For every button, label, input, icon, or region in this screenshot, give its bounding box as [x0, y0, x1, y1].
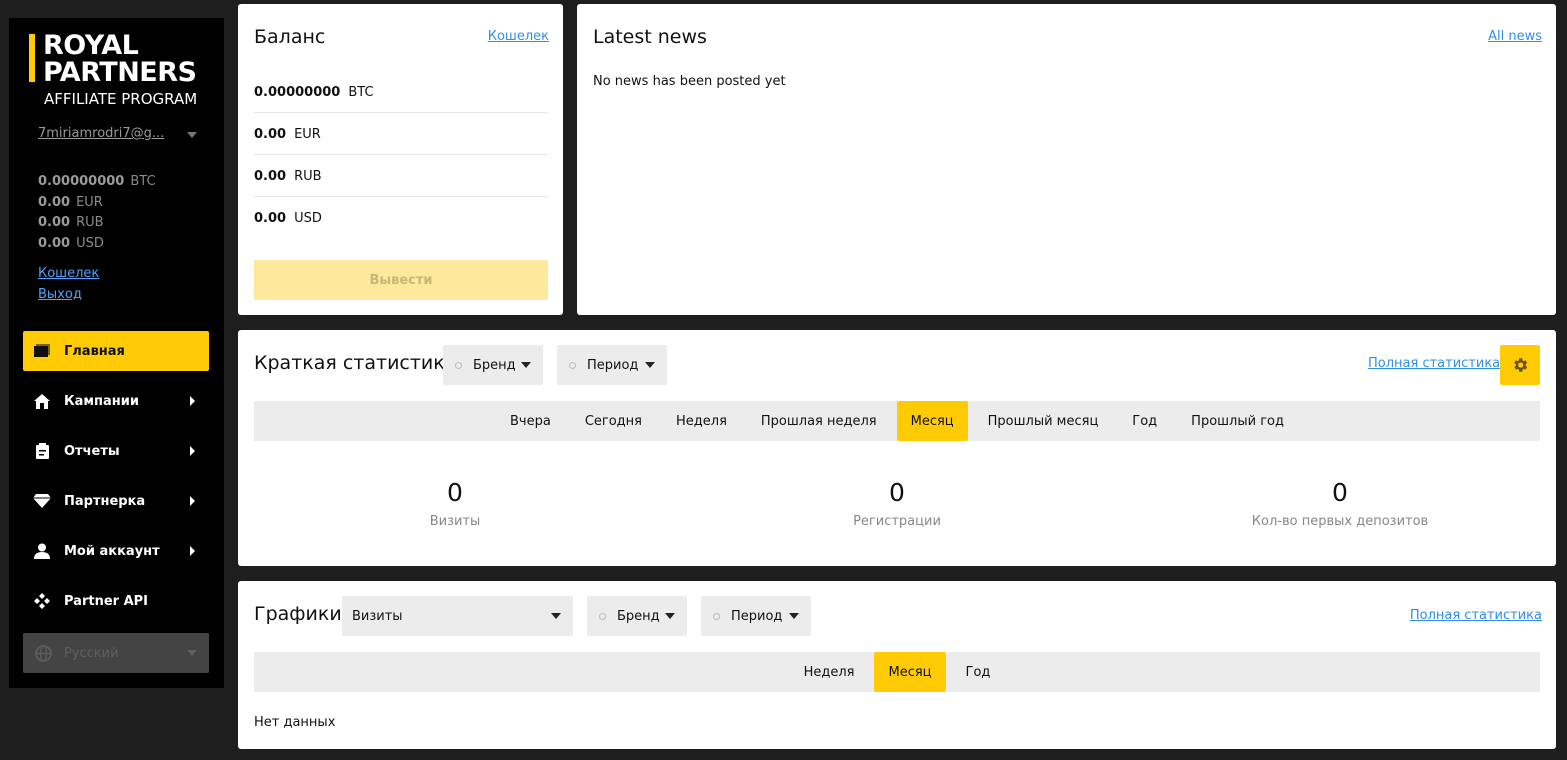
logo-bar	[29, 34, 35, 82]
sidebar-logout-link[interactable]: Выход	[38, 287, 82, 302]
charts-period-tabs: Неделя Месяц Год	[254, 652, 1540, 692]
sidebar-wallet-link[interactable]: Кошелек	[38, 266, 99, 281]
tab-month[interactable]: Месяц	[874, 652, 946, 692]
balance-row: 0.00 EUR	[254, 114, 548, 155]
chevron-down-icon	[789, 613, 799, 619]
balance-row: 0.00 USD	[254, 211, 322, 226]
logo-subtitle: AFFILIATE PROGRAM	[44, 90, 198, 108]
stats-period-tabs: Вчера Сегодня Неделя Прошлая неделя Меся…	[254, 401, 1540, 441]
nav-item-label: Кампании	[64, 393, 139, 409]
chevron-right-icon	[190, 546, 195, 556]
user-icon	[33, 542, 51, 560]
circle-icon	[599, 612, 606, 620]
chevron-down-icon	[521, 362, 531, 368]
stat-visits: 0 Визиты	[429, 478, 481, 529]
circle-icon	[455, 361, 462, 369]
tab-month[interactable]: Месяц	[896, 401, 968, 441]
charts-full-stats-link[interactable]: Полная статистика	[1410, 608, 1542, 623]
user-email-dropdown[interactable]: 7miriamrodri7@g...	[38, 126, 168, 141]
api-icon	[33, 592, 51, 610]
stat-first-deposits: 0 Кол-во первых депозитов	[1251, 478, 1429, 529]
charts-card: Графики Визиты Бренд Период Полная стати…	[238, 581, 1556, 749]
balance-row: 0.00 RUB	[254, 156, 548, 197]
nav-item-partner[interactable]: Партнерка	[23, 481, 209, 521]
nav-item-label: Партнерка	[64, 493, 146, 509]
chevron-down-icon	[551, 613, 561, 619]
metric-dropdown[interactable]: Визиты	[342, 596, 573, 636]
tab-week[interactable]: Неделя	[662, 401, 741, 441]
logo-line-2: PARTNERS	[43, 57, 197, 88]
diamond-icon	[33, 492, 51, 510]
all-news-link[interactable]: All news	[1488, 29, 1542, 44]
balance-row: 0.00000000 BTC	[254, 72, 548, 113]
news-title: Latest news	[593, 26, 707, 48]
news-card: Latest news All news No news has been po…	[577, 4, 1556, 315]
tab-week[interactable]: Неделя	[790, 652, 869, 692]
nav-item-label: Главная	[64, 343, 125, 359]
language-select[interactable]: Русский	[23, 633, 209, 673]
gear-icon	[1511, 356, 1529, 374]
balance-wallet-link[interactable]: Кошелек	[488, 29, 549, 44]
settings-button[interactable]	[1500, 345, 1540, 385]
charts-period-dropdown[interactable]: Период	[701, 596, 811, 636]
tab-last-year[interactable]: Прошлый год	[1177, 401, 1298, 441]
sidebar-balance: 0.00000000 BTC 0.00 EUR 0.00 RUB 0.00 USD	[38, 172, 156, 254]
tab-last-week[interactable]: Прошлая неделя	[747, 401, 891, 441]
stats-title: Краткая статистика	[254, 352, 457, 374]
folder-icon	[33, 342, 51, 360]
nav-item-label: Отчеты	[64, 443, 120, 459]
period-dropdown[interactable]: Период	[557, 345, 667, 385]
chevron-right-icon	[190, 446, 195, 456]
nav-item-partner-api[interactable]: Partner API	[23, 581, 209, 621]
balance-title: Баланс	[254, 26, 326, 48]
logo-line-1: ROYAL	[43, 30, 139, 61]
nav-item-account[interactable]: Мой аккаунт	[23, 531, 209, 571]
nav-item-label: Мой аккаунт	[64, 543, 160, 559]
clipboard-icon	[33, 442, 51, 460]
sidebar: ROYAL PARTNERS AFFILIATE PROGRAM 7miriam…	[9, 18, 224, 688]
circle-icon	[713, 612, 720, 620]
tab-yesterday[interactable]: Вчера	[496, 401, 565, 441]
language-label: Русский	[64, 645, 119, 661]
tab-year[interactable]: Год	[1118, 401, 1171, 441]
nav-item-label: Partner API	[64, 593, 149, 609]
charts-brand-dropdown[interactable]: Бренд	[587, 596, 687, 636]
home-icon	[33, 392, 51, 410]
full-stats-link[interactable]: Полная статистика	[1368, 356, 1500, 371]
balance-card: Баланс Кошелек 0.00000000 BTC 0.00 EUR 0.0…	[238, 4, 563, 315]
logo[interactable]: ROYAL PARTNERS AFFILIATE PROGRAM	[29, 32, 209, 112]
tab-year[interactable]: Год	[952, 652, 1005, 692]
chevron-down-icon	[187, 650, 197, 656]
charts-title: Графики	[254, 603, 342, 625]
nav-item-home[interactable]: Главная	[23, 331, 209, 371]
nav-item-campaigns[interactable]: Кампании	[23, 381, 209, 421]
sidebar-balance-row: 0.00 USD	[38, 235, 104, 251]
nav-item-reports[interactable]: Отчеты	[23, 431, 209, 471]
stat-registrations: 0 Регистрации	[853, 478, 941, 529]
brand-dropdown[interactable]: Бренд	[443, 345, 543, 385]
withdraw-button[interactable]: Вывести	[254, 260, 548, 300]
stats-card: Краткая статистика Бренд Период Полная с…	[238, 330, 1556, 566]
sidebar-balance-row: 0.00 EUR	[38, 194, 103, 210]
chevron-down-icon[interactable]	[187, 132, 197, 138]
globe-icon	[35, 644, 52, 662]
tab-today[interactable]: Сегодня	[571, 401, 656, 441]
charts-empty-text: Нет данных	[254, 715, 336, 730]
chevron-right-icon	[190, 496, 195, 506]
circle-icon	[569, 361, 576, 369]
sidebar-balance-row: 0.00000000 BTC	[38, 174, 156, 189]
news-empty-text: No news has been posted yet	[593, 74, 786, 89]
chevron-down-icon	[665, 613, 675, 619]
chevron-right-icon	[190, 396, 195, 406]
sidebar-balance-row: 0.00 RUB	[38, 215, 104, 230]
chevron-down-icon	[645, 362, 655, 368]
tab-last-month[interactable]: Прошлый месяц	[974, 401, 1113, 441]
